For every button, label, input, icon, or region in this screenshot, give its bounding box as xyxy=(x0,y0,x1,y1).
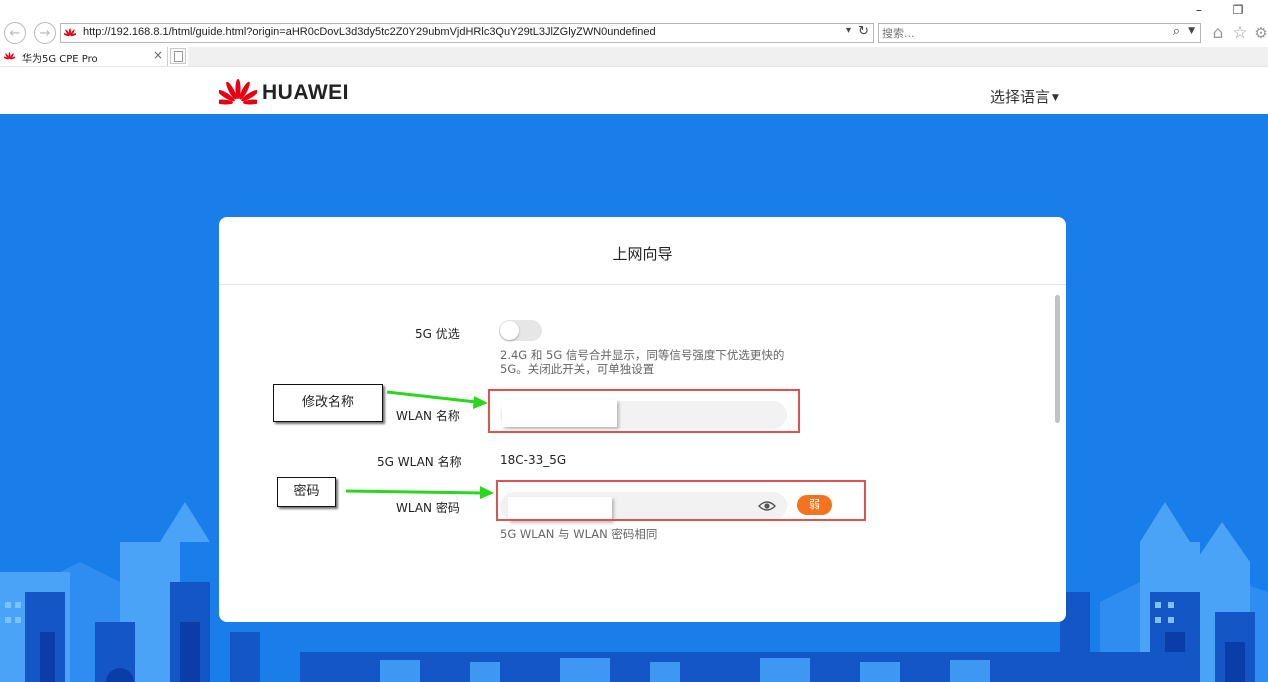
tab-title: 华为5G CPE Pro xyxy=(22,54,98,65)
tab-close-icon[interactable]: × xyxy=(153,48,163,62)
browser-tab[interactable]: 华为5G CPE Pro × xyxy=(0,47,168,66)
wlan-name-highlight-box xyxy=(488,389,800,433)
new-tab-button[interactable] xyxy=(170,48,186,64)
card-title: 上网向导 xyxy=(612,245,673,263)
card-scrollbar[interactable] xyxy=(1055,295,1060,423)
back-icon: ← xyxy=(9,26,21,41)
password-note: 密码 xyxy=(277,477,336,507)
forward-button[interactable]: → xyxy=(34,22,56,44)
caret-down-icon: ▼ xyxy=(1052,92,1059,103)
brand-name: HUAWEI xyxy=(262,81,349,104)
page-header: HUAWEI 选择语言 ▼ xyxy=(0,67,1268,114)
rename-note: 修改名称 xyxy=(273,384,383,422)
wlan-password-label: WLAN 密码 xyxy=(396,501,460,515)
url-text: http://192.168.8.1/html/guide.html?origi… xyxy=(83,26,656,38)
refresh-icon[interactable]: ↻ xyxy=(858,24,869,39)
restore-button[interactable]: ❐ xyxy=(1229,2,1247,18)
wlan-password-highlight-box xyxy=(496,480,866,521)
fiveg-priority-label: 5G 优选 xyxy=(415,327,460,341)
search-box[interactable]: ⌕ ▼ xyxy=(878,23,1201,43)
wlan-name-label: WLAN 名称 xyxy=(396,409,460,423)
search-input[interactable] xyxy=(882,25,1152,41)
toggle-knob xyxy=(500,321,519,340)
back-button[interactable]: ← xyxy=(4,22,26,44)
fiveg-wlan-name-label: 5G WLAN 名称 xyxy=(377,455,462,469)
settings-icon[interactable]: ⚙ xyxy=(1251,23,1268,43)
home-icon[interactable]: ⌂ xyxy=(1208,23,1228,43)
minimize-button[interactable]: – xyxy=(1190,2,1208,18)
tab-huawei-icon xyxy=(4,52,15,60)
browser-toolbar: – ❐ ← → http://192.168.8.1/html/guide.ht… xyxy=(0,0,1268,47)
address-dropdown-icon[interactable]: ▾ xyxy=(846,25,851,36)
password-hint: 5G WLAN 与 WLAN 密码相同 xyxy=(500,527,658,541)
fiveg-priority-toggle[interactable] xyxy=(499,320,542,341)
card-divider xyxy=(219,284,1066,285)
fiveg-priority-hint: 2.4G 和 5G 信号合并显示，同等信号强度下优选更快的 5G。关闭此开关，可… xyxy=(500,348,785,376)
favorites-icon[interactable]: ☆ xyxy=(1230,23,1250,43)
language-selector[interactable]: 选择语言 ▼ xyxy=(990,86,1059,107)
search-icon[interactable]: ⌕ xyxy=(1173,24,1180,39)
forward-icon: → xyxy=(39,26,51,41)
address-bar[interactable]: http://192.168.8.1/html/guide.html?origi… xyxy=(60,23,874,43)
huawei-logo-icon xyxy=(219,79,257,105)
tab-strip xyxy=(188,47,1268,66)
language-label: 选择语言 xyxy=(990,88,1051,106)
fiveg-wlan-name-value: 18C-33_5G xyxy=(500,453,567,467)
search-dropdown-icon[interactable]: ▼ xyxy=(1188,26,1195,36)
huawei-favicon-icon xyxy=(64,28,76,37)
